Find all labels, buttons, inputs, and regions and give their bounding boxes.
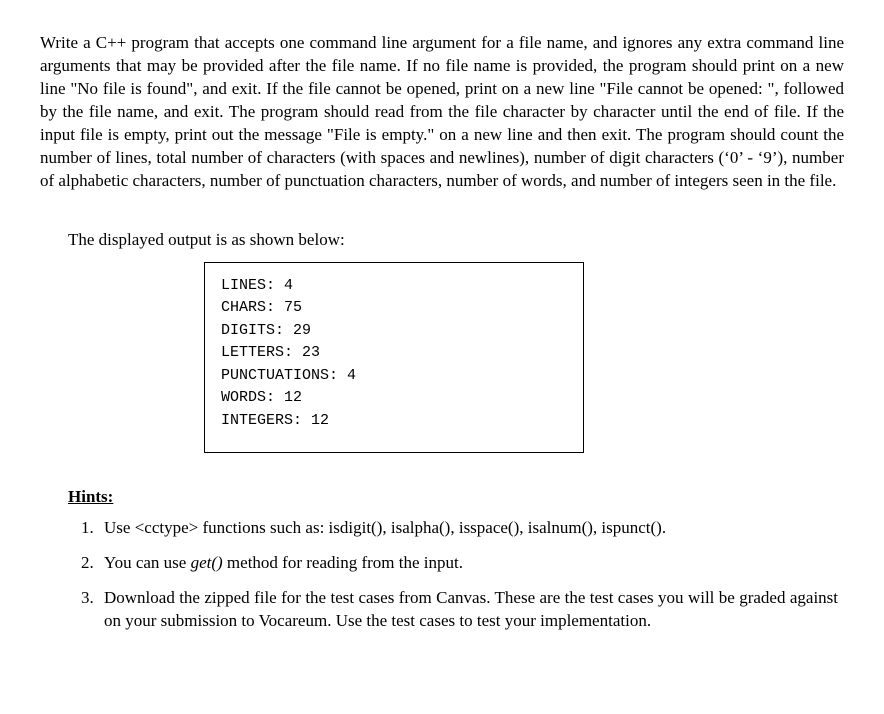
output-intro-text: The displayed output is as shown below: [68, 229, 844, 252]
output-line-lines: LINES: 4 [221, 275, 567, 298]
output-line-letters: LETTERS: 23 [221, 342, 567, 365]
hint-2-post: method for reading from the input. [223, 553, 463, 572]
output-line-punctuations: PUNCTUATIONS: 4 [221, 365, 567, 388]
output-line-integers: INTEGERS: 12 [221, 410, 567, 433]
page-container: Write a C++ program that accepts one com… [0, 0, 884, 673]
hints-heading: Hints: [68, 487, 844, 507]
hints-list: Use <cctype> functions such as: isdigit(… [68, 517, 838, 633]
output-line-chars: CHARS: 75 [221, 297, 567, 320]
hint-2-method: get() [191, 553, 223, 572]
hint-2-pre: You can use [104, 553, 191, 572]
output-line-words: WORDS: 12 [221, 387, 567, 410]
hint-3: Download the zipped file for the test ca… [98, 587, 838, 633]
problem-statement: Write a C++ program that accepts one com… [40, 32, 844, 193]
output-line-digits: DIGITS: 29 [221, 320, 567, 343]
sample-output-box: LINES: 4 CHARS: 75 DIGITS: 29 LETTERS: 2… [204, 262, 584, 454]
hint-2: You can use get() method for reading fro… [98, 552, 838, 575]
hint-1: Use <cctype> functions such as: isdigit(… [98, 517, 838, 540]
